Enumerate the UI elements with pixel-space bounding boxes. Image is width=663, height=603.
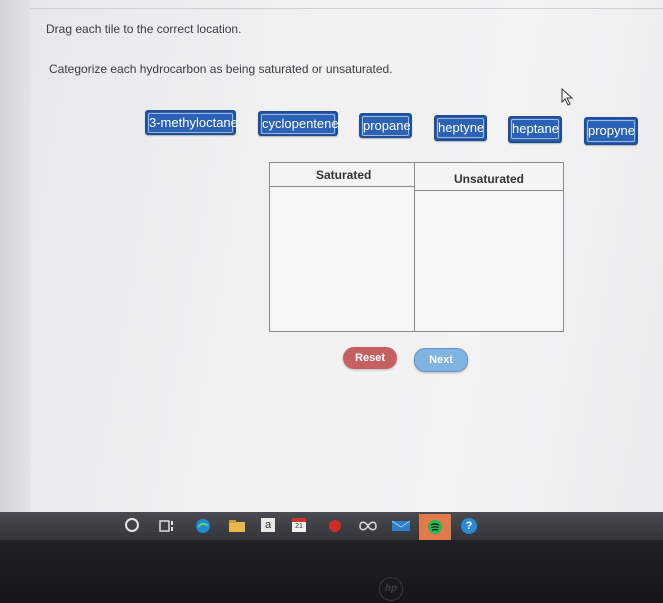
tile-label: heptyne (437, 118, 484, 138)
task-view-icon[interactable] (159, 519, 175, 533)
header-divider-left (270, 186, 415, 187)
tile-propane[interactable]: propane (359, 113, 412, 138)
record-app-icon[interactable] (329, 520, 341, 532)
tile-label: cyclopentene (261, 114, 339, 134)
mouse-cursor-icon (561, 88, 574, 106)
tile-label: propane (362, 116, 411, 136)
calendar-icon[interactable]: 21 (292, 518, 306, 532)
text-app-icon[interactable]: a (261, 518, 275, 532)
tile-label: propyne (587, 120, 635, 142)
tile-label: heptane (511, 119, 559, 139)
column-header-unsaturated: Unsaturated (454, 172, 525, 186)
music-app-icon[interactable] (427, 519, 443, 535)
column-header-saturated: Saturated (316, 168, 372, 182)
column-divider (414, 163, 415, 331)
saturated-drop-zone[interactable] (271, 188, 413, 330)
unsaturated-drop-zone[interactable] (416, 192, 563, 330)
tile-cyclopentene[interactable]: cyclopentene (258, 111, 339, 136)
laptop-bezel (0, 540, 663, 603)
categorize-table: Saturated Unsaturated (269, 162, 564, 332)
tile-3-methyloctane[interactable]: 3-methyloctane (145, 110, 238, 135)
reset-button[interactable]: Reset (343, 347, 397, 369)
hp-logo: hp (379, 577, 403, 601)
search-circle-icon[interactable] (125, 518, 139, 532)
help-icon[interactable]: ? (461, 518, 477, 534)
header-divider-right (415, 190, 563, 191)
top-divider (30, 8, 663, 9)
screen: Drag each tile to the correct location. … (0, 0, 663, 518)
edge-browser-icon[interactable] (194, 518, 212, 534)
tile-label: 3-methyloctane (148, 113, 238, 133)
drag-instruction: Drag each tile to the correct location. (46, 22, 242, 36)
left-sidebar (0, 0, 30, 518)
infinity-loop-icon[interactable] (358, 519, 378, 533)
file-explorer-icon[interactable] (228, 519, 246, 533)
mail-icon[interactable] (391, 519, 411, 533)
next-button[interactable]: Next (414, 348, 468, 372)
tile-heptyne[interactable]: heptyne (434, 115, 487, 141)
tile-propyne[interactable]: propyne (584, 117, 638, 145)
tile-heptane[interactable]: heptane (508, 116, 562, 143)
task-instruction: Categorize each hydrocarbon as being sat… (49, 62, 393, 76)
